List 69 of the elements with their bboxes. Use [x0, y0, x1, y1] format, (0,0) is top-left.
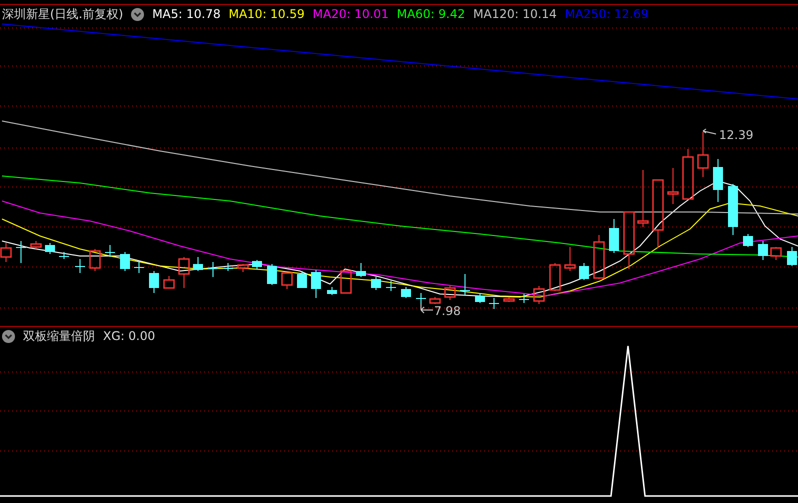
- candlestick: [489, 298, 499, 310]
- candlestick: [579, 262, 589, 280]
- candlestick: [667, 168, 679, 204]
- candlestick: [429, 296, 441, 304]
- candlestick: [682, 148, 694, 200]
- candlestick: [252, 260, 262, 270]
- candlestick: [637, 170, 649, 228]
- candlestick: [149, 270, 159, 294]
- candlestick: [503, 296, 515, 302]
- candlestick: [75, 258, 85, 274]
- candlestick: [297, 270, 307, 288]
- candlestick: [386, 280, 396, 292]
- candlestick: [267, 264, 277, 286]
- candlestick: [208, 262, 218, 278]
- candlestick: [728, 184, 738, 236]
- candlestick: [713, 158, 723, 202]
- high-marker-arrow: [702, 128, 716, 134]
- indicator-value: MA5: 10.78: [152, 6, 221, 23]
- high-price-label: 12.39: [719, 128, 754, 142]
- candlestick: [593, 234, 605, 280]
- dropdown-icon[interactable]: [131, 8, 144, 20]
- indicator-title: 双板缩量倍阴: [23, 328, 95, 345]
- candlestick: [609, 218, 619, 254]
- candlestick: [59, 252, 69, 260]
- candlestick: [223, 262, 233, 272]
- candlestick: [193, 256, 203, 272]
- candlestick: [281, 272, 293, 290]
- dropdown-icon[interactable]: [2, 330, 15, 342]
- candlestick: [237, 264, 249, 272]
- indicator-value: MA120: 10.14: [473, 6, 557, 23]
- candlestick: [120, 252, 130, 272]
- candlestick: [652, 179, 664, 248]
- chart-title: 深圳新星(日线.前复权): [2, 6, 124, 23]
- candlestick: [89, 248, 101, 272]
- candlestick: [340, 270, 352, 294]
- candlestick: [533, 286, 545, 304]
- candlestick: [549, 262, 561, 292]
- candlestick: [371, 276, 381, 290]
- candlestick: [327, 286, 337, 296]
- candlestick: [564, 246, 576, 272]
- candlestick: [163, 276, 175, 289]
- indicator-value: MA60: 9.42: [396, 6, 466, 23]
- candlestick: [743, 234, 753, 248]
- candlestick: [770, 246, 782, 260]
- candlestick: [697, 132, 709, 178]
- candlestick: [401, 286, 411, 298]
- candlestick: [475, 292, 485, 304]
- candlestick: [356, 262, 366, 278]
- candlestick: [0, 242, 12, 262]
- low-price-label: 7.98: [434, 304, 461, 318]
- candlestick: [311, 270, 321, 298]
- candlestick: [416, 292, 426, 306]
- indicator-value: MA250: 12.69: [564, 6, 648, 23]
- candlestick: [178, 256, 190, 288]
- candlestick: [30, 240, 42, 250]
- candlestick: [444, 286, 456, 300]
- indicator-value: MA20: 10.01: [312, 6, 389, 23]
- candlestick: [623, 211, 635, 270]
- candlestick: [45, 242, 55, 254]
- indicator-value: MA10: 10.59: [228, 6, 305, 23]
- candlestick: [134, 260, 144, 274]
- low-marker-arrow: [420, 304, 434, 314]
- candlestick: [460, 274, 470, 296]
- candlestick: [16, 240, 26, 264]
- candlestick: [105, 244, 115, 258]
- candlestick: [519, 294, 529, 304]
- candlestick: [787, 246, 797, 266]
- candlestick: [758, 240, 768, 260]
- indicator-value: XG: 0.00: [103, 328, 156, 345]
